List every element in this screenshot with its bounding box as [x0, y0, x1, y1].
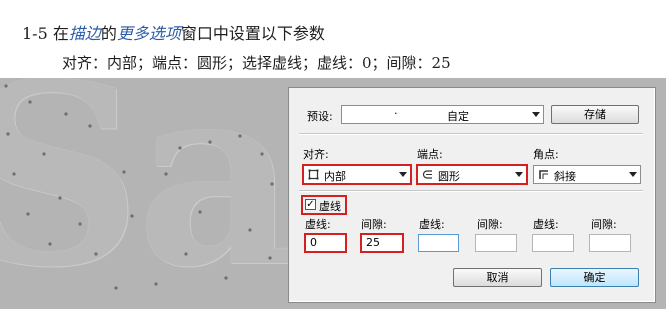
- preset-dot: ·: [394, 107, 398, 120]
- ok-button[interactable]: 确定: [550, 268, 639, 287]
- step-text-1: 在: [52, 24, 69, 43]
- gap-label-2: 间隙:: [477, 218, 503, 231]
- param-line: 对齐：内部；端点：圆形；选择虚线；虚线：0；间隙：25: [62, 54, 451, 72]
- stroke-options-dialog: 预设: · 自定 存储 对齐: 内部 端点: 圆形 角点: 斜接 ✓ 虚线 虚线…: [288, 87, 656, 303]
- step-line: 1-5 在描边的更多选项窗口中设置以下参数: [22, 20, 325, 44]
- align-inside-icon: [308, 169, 319, 180]
- align-value: 内部: [324, 170, 346, 183]
- step-text-3: 窗口中设置以下参数: [180, 24, 325, 43]
- corner-value: 斜接: [554, 170, 576, 183]
- preset-label: 预设:: [307, 110, 333, 123]
- gap-label-1: 间隙:: [361, 218, 387, 231]
- dash-label-2: 虚线:: [419, 218, 445, 231]
- separator-middle: [299, 190, 643, 192]
- align-label: 对齐:: [303, 148, 329, 161]
- dashed-checkbox[interactable]: ✓: [305, 199, 316, 210]
- step-number: 1-5: [22, 24, 48, 43]
- dash-field-2[interactable]: [418, 234, 459, 252]
- step-text-2: 的: [100, 24, 117, 43]
- miter-join-icon: [539, 170, 548, 179]
- cancel-button[interactable]: 取消: [453, 268, 542, 287]
- gap-field-1[interactable]: 25: [361, 234, 403, 252]
- chevron-down-icon: [532, 112, 540, 117]
- cap-select[interactable]: 圆形: [417, 165, 527, 184]
- step-highlight-more-options: 更多选项: [116, 24, 181, 43]
- chevron-down-icon: [629, 172, 637, 177]
- corner-label: 角点:: [533, 148, 559, 161]
- cap-value: 圆形: [438, 170, 460, 183]
- instructions-panel: 1-5 在描边的更多选项窗口中设置以下参数 对齐：内部；端点：圆形；选择虚线；虚…: [0, 0, 666, 78]
- dashed-checkbox-group[interactable]: ✓ 虚线: [302, 196, 346, 214]
- preset-select[interactable]: · 自定: [341, 105, 544, 124]
- preset-value: 自定: [447, 110, 469, 123]
- corner-select[interactable]: 斜接: [533, 165, 641, 184]
- save-button[interactable]: 存储: [551, 105, 639, 124]
- dash-label-1: 虚线:: [305, 218, 331, 231]
- dashed-label: 虚线: [319, 200, 341, 213]
- dash-label-3: 虚线:: [533, 218, 559, 231]
- separator-top: [299, 133, 643, 135]
- gap-label-3: 间隙:: [591, 218, 617, 231]
- step-highlight-stroke: 描边: [68, 24, 101, 43]
- chevron-down-icon: [515, 172, 523, 177]
- align-select[interactable]: 内部: [303, 165, 411, 184]
- dash-field-3[interactable]: [532, 234, 574, 252]
- dash-field-1[interactable]: 0: [305, 234, 346, 252]
- chevron-down-icon: [399, 172, 407, 177]
- gap-field-2[interactable]: [475, 234, 517, 252]
- round-cap-icon: [422, 170, 432, 179]
- cap-label: 端点:: [417, 148, 443, 161]
- gap-field-3[interactable]: [589, 234, 631, 252]
